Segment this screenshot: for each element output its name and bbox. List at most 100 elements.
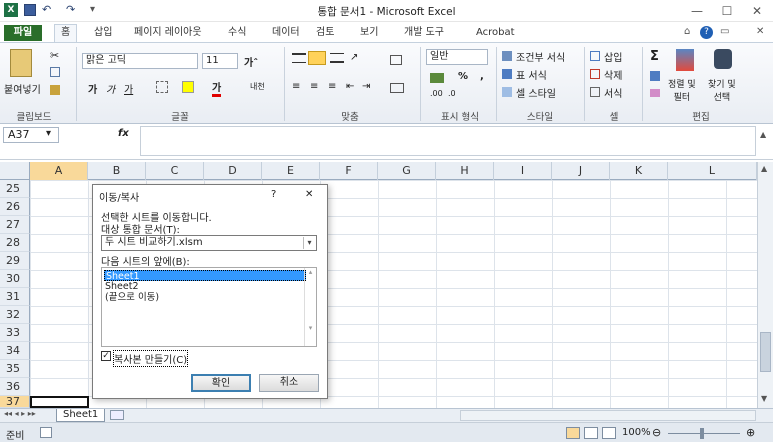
restore-workbook-icon[interactable]: ▭ (720, 26, 729, 37)
active-cell-a37[interactable] (30, 396, 89, 408)
column-header-g[interactable]: G (378, 162, 436, 180)
scroll-down-icon[interactable]: ▼ (761, 394, 767, 403)
align-bottom-icon[interactable] (330, 53, 344, 63)
align-center-icon[interactable]: ≡ (310, 81, 318, 92)
conditional-format-button[interactable]: 조건부 서식 (516, 49, 565, 64)
dialog-close-button[interactable]: ✕ (305, 189, 313, 200)
list-item-move-to-end[interactable]: (끝으로 이동) (104, 292, 306, 303)
column-header-e[interactable]: E (262, 162, 320, 180)
row-header-26[interactable]: 26 (0, 198, 30, 216)
increase-decimal-icon[interactable]: .00 (430, 89, 443, 98)
clear-icon[interactable] (650, 89, 660, 97)
orientation-icon[interactable]: ↗ (350, 52, 358, 63)
autosum-button[interactable]: Σ (650, 49, 659, 64)
zoom-slider[interactable] (668, 433, 740, 434)
copy-checkbox-label[interactable]: 복사본 만들기(C) (113, 350, 189, 367)
row-header-32[interactable]: 32 (0, 306, 30, 324)
format-painter-icon[interactable] (50, 85, 60, 95)
dialog-help-button[interactable]: ? (271, 189, 276, 200)
close-workbook-icon[interactable]: ✕ (756, 26, 764, 37)
tab-data[interactable]: 데이터 (266, 25, 306, 41)
format-cells-button[interactable]: 서식 (604, 85, 622, 100)
column-header-l[interactable]: L (668, 162, 757, 180)
tab-home[interactable]: 홈 (54, 24, 78, 43)
column-header-f[interactable]: F (320, 162, 378, 180)
wrap-text-icon[interactable] (390, 55, 402, 65)
tab-developer[interactable]: 개발 도구 (398, 25, 450, 41)
macro-record-icon[interactable] (40, 427, 52, 438)
row-header-34[interactable]: 34 (0, 342, 30, 360)
align-middle-icon[interactable] (308, 51, 326, 65)
tab-file[interactable]: 파일 (4, 25, 42, 41)
fx-button[interactable]: fx (118, 128, 129, 139)
copy-icon[interactable] (50, 67, 60, 77)
sort-filter-button[interactable]: 정렬 및 필터 (668, 77, 696, 103)
help-icon[interactable]: ? (700, 26, 713, 39)
align-left-icon[interactable]: ≡ (292, 81, 300, 92)
delete-cells-button[interactable]: 삭제 (604, 67, 622, 82)
column-header-d[interactable]: D (204, 162, 262, 180)
merge-center-icon[interactable] (390, 83, 404, 93)
insert-cells-button[interactable]: 삽입 (604, 49, 622, 64)
row-header-35[interactable]: 35 (0, 360, 30, 378)
ribbon-minimize-icon[interactable]: ⌂ (684, 26, 690, 37)
comma-button[interactable]: , (480, 71, 484, 82)
zoom-out-button[interactable]: ⊖ (652, 426, 661, 439)
minimize-button[interactable]: — (682, 2, 712, 20)
select-all-corner[interactable] (0, 162, 30, 180)
maximize-button[interactable]: ☐ (712, 2, 742, 20)
sheet-list[interactable]: Sheet1 Sheet2 (끝으로 이동) ▴ ▾ (101, 267, 317, 347)
row-header-30[interactable]: 30 (0, 270, 30, 288)
row-header-31[interactable]: 31 (0, 288, 30, 306)
phonetic-button[interactable]: 내천 (250, 81, 265, 92)
decrease-decimal-icon[interactable]: .0 (448, 89, 456, 98)
find-select-button[interactable]: 찾기 및 선택 (708, 77, 736, 103)
page-break-view-icon[interactable] (602, 427, 616, 439)
row-header-28[interactable]: 28 (0, 234, 30, 252)
column-header-k[interactable]: K (610, 162, 668, 180)
border-icon[interactable] (156, 81, 168, 93)
bold-button[interactable]: 가 (88, 81, 97, 96)
tab-page-layout[interactable]: 페이지 레이아웃 (128, 25, 208, 41)
fill-color-icon[interactable] (182, 81, 194, 93)
normal-view-icon[interactable] (566, 427, 580, 439)
page-layout-view-icon[interactable] (584, 427, 598, 439)
row-header-36[interactable]: 36 (0, 378, 30, 396)
align-right-icon[interactable]: ≡ (328, 81, 336, 92)
column-header-b[interactable]: B (88, 162, 146, 180)
horizontal-scrollbar[interactable] (460, 410, 756, 421)
font-color-button[interactable]: 가 (212, 79, 222, 97)
fill-icon[interactable] (650, 71, 660, 81)
name-box-dropdown-icon[interactable]: ▾ (46, 128, 51, 139)
zoom-level[interactable]: 100% (622, 427, 651, 438)
target-workbook-dropdown-icon[interactable]: ▾ (303, 237, 315, 249)
grow-font-icon[interactable]: 가ˆ (244, 54, 258, 69)
increase-indent-icon[interactable]: ⇥ (362, 81, 370, 92)
cut-icon[interactable]: ✂ (50, 49, 59, 62)
row-header-37[interactable]: 37 (0, 396, 30, 408)
row-header-27[interactable]: 27 (0, 216, 30, 234)
column-header-j[interactable]: J (552, 162, 610, 180)
ok-button[interactable]: 확인 (191, 374, 251, 392)
zoom-in-button[interactable]: ⊕ (746, 426, 755, 439)
list-item-sheet2[interactable]: Sheet2 (104, 281, 306, 292)
font-name-select[interactable]: 맑은 고딕 (82, 53, 198, 69)
currency-icon[interactable] (430, 73, 444, 83)
align-top-icon[interactable] (292, 53, 306, 63)
row-header-33[interactable]: 33 (0, 324, 30, 342)
italic-button[interactable]: 가 (106, 81, 115, 96)
sheet-tab-sheet1[interactable]: Sheet1 (56, 409, 106, 422)
underline-button[interactable]: 가 (124, 81, 133, 96)
tab-acrobat[interactable]: Acrobat (470, 25, 521, 41)
cancel-button[interactable]: 취소 (259, 374, 319, 392)
column-header-a[interactable]: A (30, 162, 88, 180)
vertical-scrollbar[interactable]: ▲ ▼ (757, 162, 773, 408)
percent-button[interactable]: % (458, 71, 468, 82)
tab-insert[interactable]: 삽입 (88, 25, 118, 41)
column-header-c[interactable]: C (146, 162, 204, 180)
paste-button[interactable]: 붙여넣기 (4, 81, 41, 96)
find-select-icon[interactable] (714, 49, 732, 69)
row-header-29[interactable]: 29 (0, 252, 30, 270)
list-item-sheet1[interactable]: Sheet1 (104, 270, 306, 282)
expand-formula-icon[interactable]: ▲ (760, 130, 766, 139)
